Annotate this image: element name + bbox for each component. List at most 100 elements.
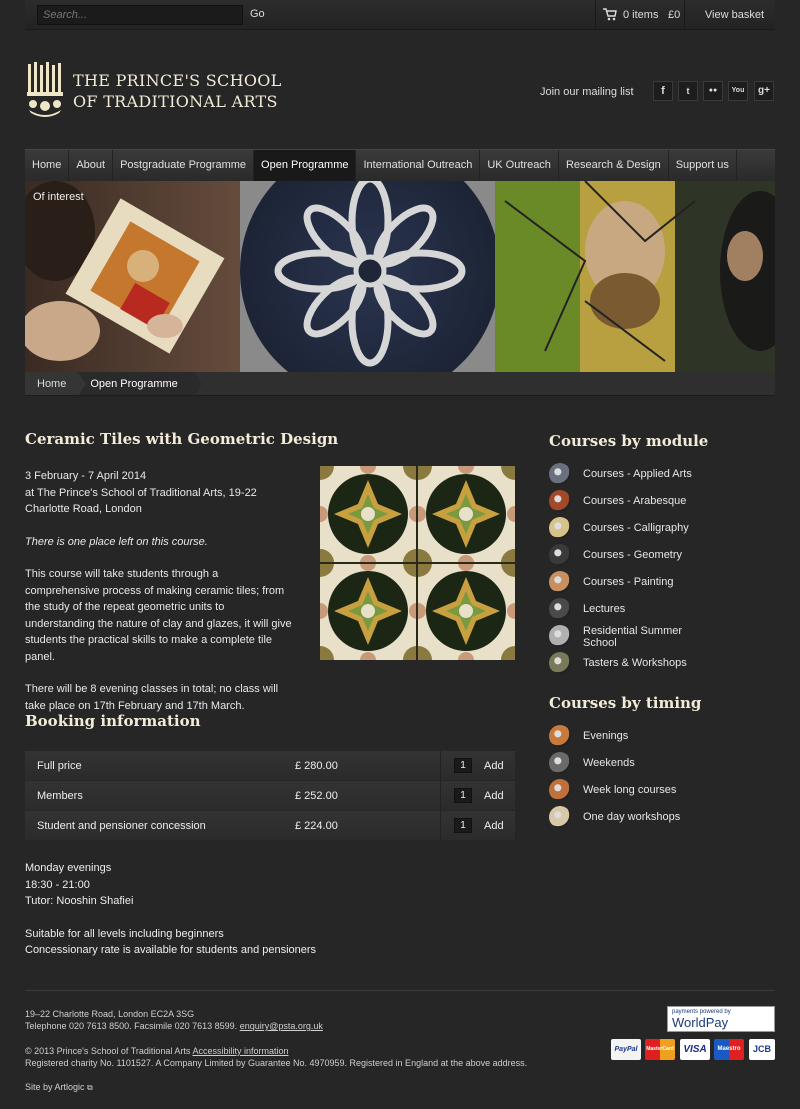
footer-divider [25,990,775,991]
module-list: Courses - Applied Arts Courses - Arabesqu… [549,463,749,679]
course-dates: 3 February - 7 April 2014 [25,470,147,482]
sidebar-link[interactable]: Residential Summer School [549,625,749,652]
course-schedule: Monday evenings 18:30 - 21:00 Tutor: Noo… [25,860,316,975]
add-button[interactable]: Add [484,820,504,832]
nav-international-outreach[interactable]: International Outreach [356,150,481,181]
booking-name: Members [37,790,83,802]
footer-street: 19–22 Charlotte Road, London EC2A 3SG [25,1009,195,1019]
flickr-icon[interactable]: ●● [703,81,723,101]
schedule-tutor: Tutor: Nooshin Shafiei [25,895,134,907]
main-nav: Home About Postgraduate Programme Open P… [25,149,775,181]
booking-table: Full price £ 280.00 Add Members £ 252.00… [25,751,515,841]
sidebar-link-label: Courses - Applied Arts [583,468,692,480]
breadcrumb: Home Open Programme [25,372,775,396]
booking-name: Student and pensioner concession [37,820,206,832]
category-thumbnail-icon [549,598,571,620]
sidebar-link-label: Courses - Painting [583,576,674,588]
schedule-levels: Suitable for all levels including beginn… [25,927,224,940]
of-interest-link[interactable]: Of interest [33,191,84,203]
nav-support-us[interactable]: Support us [669,150,737,181]
accessibility-link[interactable]: Accessibility information [192,1046,288,1056]
breadcrumb-home[interactable]: Home [25,372,87,396]
basket-count: 0 items [623,9,659,21]
footer-address: 19–22 Charlotte Road, London EC2A 3SG Te… [25,1008,323,1032]
sidebar-link[interactable]: Lectures [549,598,749,625]
quantity-input[interactable] [454,818,472,833]
footer-registered: Registered charity No. 1101527. A Compan… [25,1058,528,1068]
sidebar-link-label: Residential Summer School [583,625,683,649]
nav-open-programme[interactable]: Open Programme [254,150,357,181]
sidebar-link[interactable]: Weekends [549,752,749,779]
quantity-input[interactable] [454,758,472,773]
view-basket-link[interactable]: View basket [705,9,764,21]
search-go-button[interactable]: Go [250,8,265,20]
visa-icon: VISA [680,1039,710,1060]
sidebar-link[interactable]: Tasters & Workshops [549,652,749,679]
footer-email-link[interactable]: enquiry@psta.org.uk [240,1021,323,1031]
booking-price: £ 280.00 [295,760,338,772]
nav-home[interactable]: Home [25,150,70,181]
worldpay-badge: payments powered by WorldPay [667,1006,775,1032]
twitter-icon[interactable]: t [678,81,698,101]
logo-icon[interactable] [25,62,65,117]
category-thumbnail-icon [549,652,571,674]
booking-row: Full price £ 280.00 Add [25,751,515,780]
booking-price: £ 252.00 [295,790,338,802]
classes-note: There will be 8 evening classes in total… [25,683,279,712]
booking-row: Student and pensioner concession £ 224.0… [25,811,515,840]
nav-postgraduate[interactable]: Postgraduate Programme [113,150,255,181]
nav-about[interactable]: About [69,150,114,181]
paypal-icon: PayPal [611,1039,641,1060]
add-button[interactable]: Add [484,790,504,802]
timing-list: Evenings Weekends Week long courses One day… [549,725,749,833]
category-thumbnail-icon [549,752,571,774]
booking-name: Full price [37,760,82,772]
sidebar-link[interactable]: One day workshops [549,806,749,833]
external-link-icon: ⧉ [87,1083,93,1092]
sidebar-link-label: Courses - Arabesque [583,495,687,507]
maestro-icon: Maestro [714,1039,744,1060]
booking-qty-cell: Add [440,811,515,840]
category-thumbnail-icon [549,806,571,828]
sidebar-link[interactable]: Courses - Arabesque [549,490,749,517]
basket-total: £0 [668,9,681,21]
sidebar-link[interactable]: Evenings [549,725,749,752]
places-note: There is one place left on this course. [25,535,208,548]
sidebar-link-label: Courses - Geometry [583,549,683,561]
courses-by-timing-title: Courses by timing [549,694,702,712]
sidebar-link-label: Tasters & Workshops [583,657,687,669]
courses-by-module-title: Courses by module [549,432,709,450]
ceramic-tiles-image [320,466,515,660]
sidebar-link[interactable]: Courses - Calligraphy [549,517,749,544]
sidebar-link[interactable]: Courses - Painting [549,571,749,598]
quantity-input[interactable] [454,788,472,803]
sidebar-link-label: Week long courses [583,784,677,796]
schedule-concession: Concessionary rate is available for stud… [25,944,317,956]
sidebar-link[interactable]: Courses - Geometry [549,544,749,571]
mailing-list-link[interactable]: Join our mailing list [540,86,634,98]
mastercard-icon: MasterCard [645,1039,675,1060]
nav-research-design[interactable]: Research & Design [559,150,669,181]
sidebar-link-label: Evenings [583,730,629,742]
logo-wordmark[interactable]: THE PRINCE'S SCHOOL OF TRADITIONAL ARTS [73,70,282,112]
site-by-link[interactable]: Site by Artlogic ⧉ [25,1082,93,1093]
sidebar-link[interactable]: Week long courses [549,779,749,806]
booking-price: £ 224.00 [295,820,338,832]
category-thumbnail-icon [549,517,571,539]
add-button[interactable]: Add [484,760,504,772]
course-dates-location: 3 February - 7 April 2014 at The Prince'… [25,468,295,518]
facebook-icon[interactable]: f [653,81,673,101]
category-thumbnail-icon [549,463,571,485]
nav-uk-outreach[interactable]: UK Outreach [480,150,559,181]
basket-summary[interactable]: 0 items £0 [595,0,685,30]
logo-line-2: OF TRADITIONAL ARTS [73,92,278,111]
course-details: 3 February - 7 April 2014 at The Prince'… [25,468,295,730]
category-thumbnail-icon [549,725,571,747]
sidebar-link[interactable]: Courses - Applied Arts [549,463,749,490]
youtube-icon[interactable]: You [728,81,748,101]
booking-title: Booking information [25,712,201,730]
googleplus-icon[interactable]: g+ [754,81,774,101]
sidebar-link-label: Courses - Calligraphy [583,522,689,534]
search-input[interactable] [37,5,243,25]
page-title: Ceramic Tiles with Geometric Design [25,430,339,448]
